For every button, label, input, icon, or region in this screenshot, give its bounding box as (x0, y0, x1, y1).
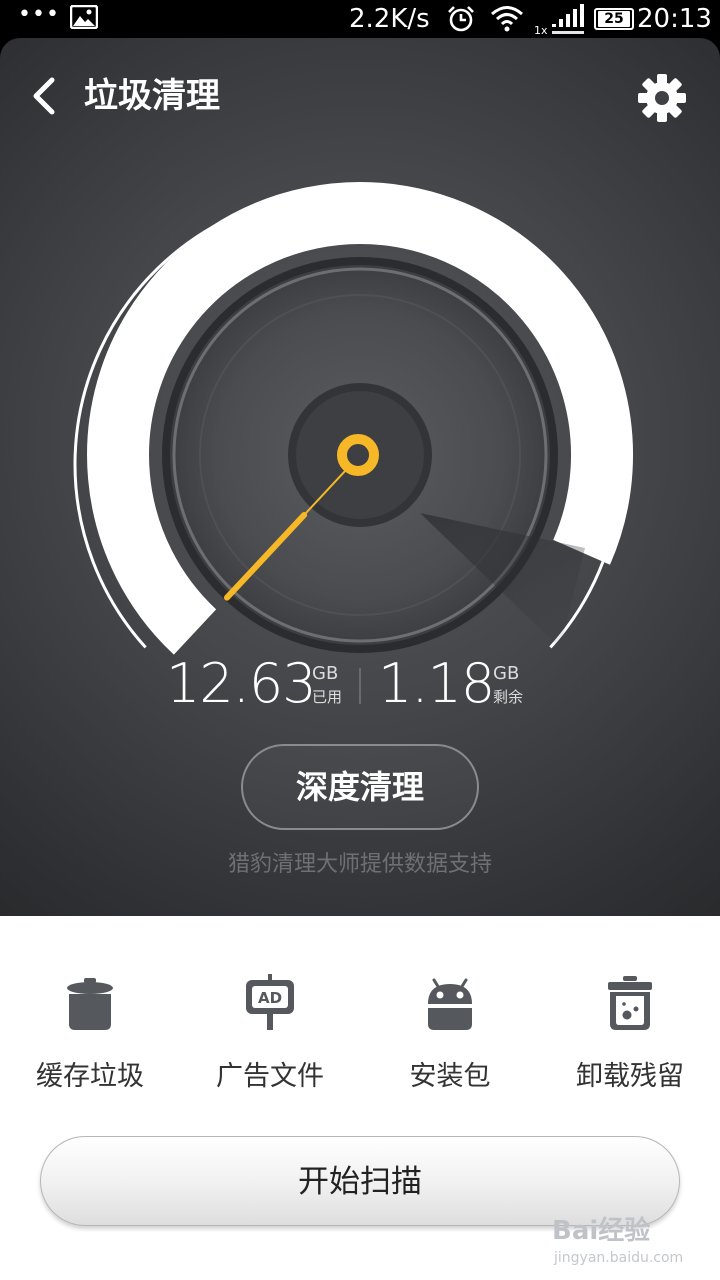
back-button[interactable] (24, 74, 64, 118)
category-cache-junk[interactable]: 缓存垃圾 (0, 974, 180, 1094)
svg-text:1x: 1x (534, 24, 548, 36)
network-speed: 2.2K/s (349, 4, 430, 34)
remaining-unit: GB (493, 663, 520, 684)
trash-can-icon (67, 978, 113, 1030)
image-notification-icon (70, 5, 98, 29)
notification-dots: ••• (18, 2, 60, 27)
remaining-label: 剩余 (493, 688, 524, 706)
stats-divider (359, 668, 361, 704)
settings-button[interactable] (636, 72, 688, 124)
clock: 20:13 (637, 4, 712, 34)
used-value: 12.63 (166, 652, 317, 715)
android-icon (428, 978, 472, 1030)
alarm-icon (448, 6, 474, 32)
used-unit: GB (312, 663, 339, 684)
data-provider-credit: 猎豹清理大师提供数据支持 (227, 852, 492, 877)
start-scan-button[interactable]: 开始扫描 (40, 1136, 680, 1226)
category-install-packages[interactable]: 安装包 (360, 974, 540, 1094)
storage-stats: 12.63 GB 已用 1.18 GB 剩余 (0, 648, 720, 718)
cell-signal-icon: 1x (534, 4, 584, 36)
category-uninstall-residue[interactable]: 卸载残留 (540, 974, 720, 1094)
cleanup-panel: 垃圾清理 12.63 GB 已用 1.18 GB 剩余 深度清理 猎豹清理大师提… (0, 38, 720, 916)
scan-section: 缓存垃圾 AD 广告文件 安装包 卸载残留 开始扫描 Bai经验 jingyan… (0, 916, 720, 1280)
category-label: 缓存垃圾 (36, 1061, 144, 1092)
ad-sign-icon: AD (246, 974, 294, 1030)
gear-icon (638, 74, 686, 122)
category-label: 卸载残留 (576, 1061, 684, 1092)
baidu-jingyan-watermark: Bai经验 jingyan.baidu.com (552, 1216, 684, 1266)
deep-clean-button[interactable]: 深度清理 (241, 744, 479, 830)
category-ad-files[interactable]: AD 广告文件 (180, 974, 360, 1094)
status-bar: ••• 2.2K/s 1x 25 20:13 (0, 0, 720, 38)
wifi-icon (491, 6, 523, 32)
svg-text:AD: AD (258, 989, 282, 1007)
residue-bin-icon (608, 976, 652, 1030)
remaining-value: 1.18 (378, 652, 495, 715)
category-label: 广告文件 (216, 1061, 324, 1092)
back-arrow-icon (33, 77, 55, 115)
used-label: 已用 (312, 688, 343, 706)
category-label: 安装包 (409, 1061, 491, 1092)
page-title: 垃圾清理 (84, 76, 220, 116)
battery-indicator: 25 (594, 8, 634, 30)
